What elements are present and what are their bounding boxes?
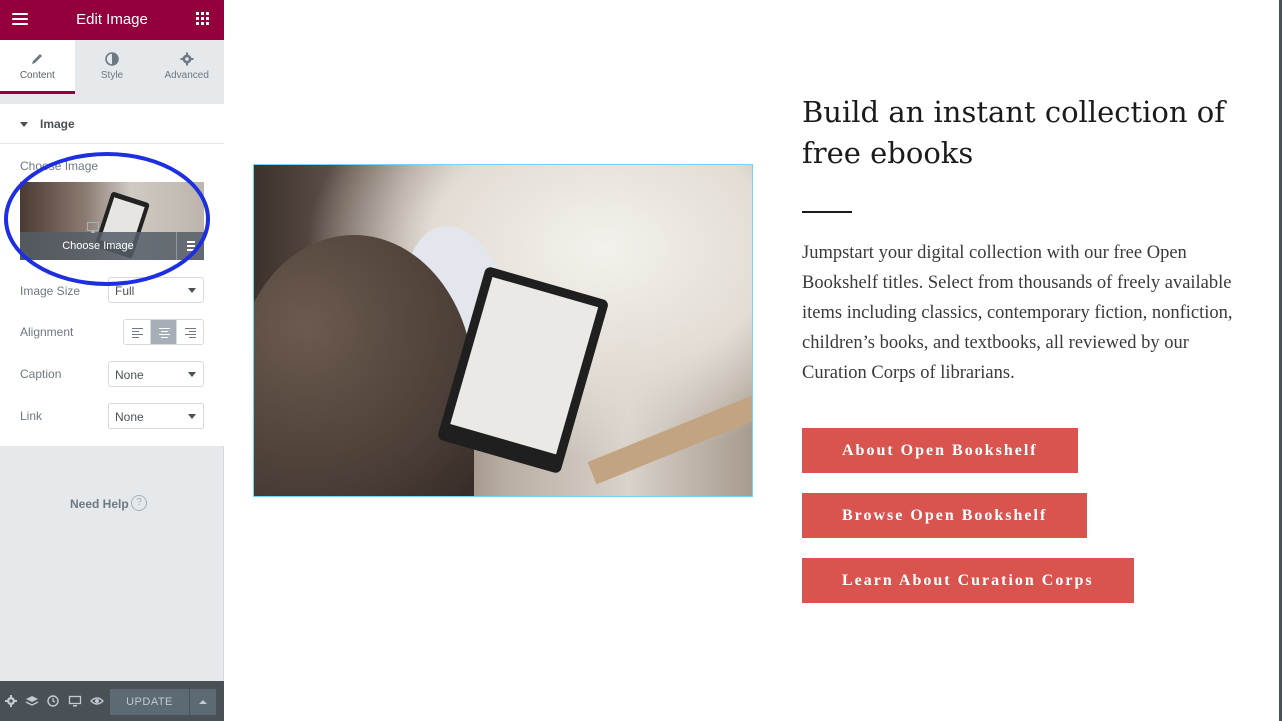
about-open-bookshelf-button[interactable]: About Open Bookshelf <box>802 428 1078 473</box>
tab-label: Content <box>19 70 55 81</box>
tab-label: Advanced <box>164 70 209 81</box>
pencil-icon <box>32 54 43 64</box>
gear-icon <box>180 52 194 66</box>
help-icon[interactable]: ? <box>131 495 147 511</box>
widgets-grid-icon[interactable] <box>196 12 210 26</box>
panel-tabs: Content Style Advanced <box>0 40 225 94</box>
responsive-icon[interactable] <box>68 694 82 708</box>
update-button[interactable]: UPDATE <box>110 689 189 715</box>
choose-image-button[interactable]: Choose Image <box>20 232 176 260</box>
image-size-label: Image Size <box>20 284 81 298</box>
need-help-link[interactable]: Need Help <box>70 497 129 511</box>
selected-image-widget[interactable] <box>253 164 753 497</box>
align-center-button[interactable] <box>149 320 177 344</box>
link-label: Link <box>20 409 43 423</box>
dropdown-arrow-icon <box>188 372 196 377</box>
intro-paragraph: Jumpstart your digital collection with o… <box>802 243 1233 383</box>
link-select[interactable]: None <box>108 403 204 429</box>
settings-icon[interactable] <box>4 694 18 708</box>
controls-panel: Image <box>0 104 224 446</box>
heading-divider <box>802 211 852 213</box>
tab-style[interactable]: Style <box>74 40 150 94</box>
section-image-toggle[interactable]: Image <box>0 104 224 144</box>
panel-header: Edit Image <box>0 0 224 40</box>
learn-curation-corps-button[interactable]: Learn About Curation Corps <box>802 558 1134 603</box>
choose-image-label: Choose Image <box>20 159 99 173</box>
image-size-select[interactable]: Full <box>108 277 204 303</box>
link-value: None <box>115 410 144 424</box>
caption-label: Caption <box>20 367 62 381</box>
tab-divider <box>0 94 224 104</box>
history-icon[interactable] <box>46 694 60 708</box>
page-heading: Build an instant collection of free eboo… <box>802 95 1225 170</box>
alignment-label: Alignment <box>20 325 74 339</box>
media-library-icon[interactable] <box>176 232 204 260</box>
desktop-icon[interactable] <box>87 222 99 233</box>
preview-icon[interactable] <box>90 694 104 708</box>
navigator-icon[interactable] <box>25 694 39 708</box>
contrast-icon <box>105 52 119 66</box>
alignment-buttons <box>123 319 204 345</box>
section-title: Image <box>40 117 75 131</box>
dropdown-arrow-icon <box>188 414 196 419</box>
image-size-value: Full <box>115 284 135 298</box>
save-options-icon[interactable] <box>190 689 216 715</box>
panel-title: Edit Image <box>76 11 148 28</box>
align-left-button[interactable] <box>124 320 150 344</box>
align-right-button[interactable] <box>176 320 203 344</box>
caret-down-icon <box>20 122 28 127</box>
tab-advanced[interactable]: Advanced <box>149 40 225 94</box>
tab-label: Style <box>100 70 124 81</box>
caption-value: None <box>115 368 144 382</box>
image-preview[interactable]: Choose Image <box>20 182 204 260</box>
tab-content[interactable]: Content <box>0 40 75 94</box>
panel-footer: UPDATE <box>0 681 224 721</box>
editor-panel: Edit Image Content Style Advanced Image … <box>0 0 225 721</box>
browse-open-bookshelf-button[interactable]: Browse Open Bookshelf <box>802 493 1088 538</box>
dropdown-arrow-icon <box>188 288 196 293</box>
caption-select[interactable]: None <box>108 361 204 387</box>
